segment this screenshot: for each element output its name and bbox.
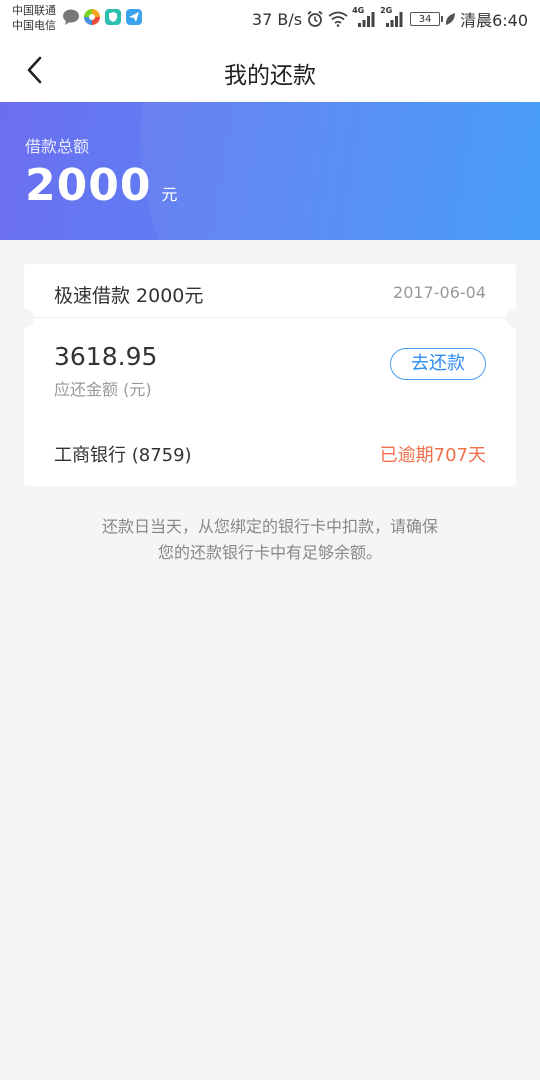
loan-card: 极速借款 2000元 2017-06-04 3618.95 应还金额 (元) 去… <box>14 264 526 486</box>
repay-button[interactable]: 去还款 <box>390 348 486 380</box>
card-notch-right <box>506 308 526 328</box>
repayment-note: 还款日当天，从您绑定的银行卡中扣款，请确保 您的还款银行卡中有足够余额。 <box>70 514 470 566</box>
card-divider <box>34 317 506 318</box>
loan-date: 2017-06-04 <box>393 283 486 302</box>
loan-total-unit: 元 <box>161 185 178 204</box>
signal-2: 2G <box>380 6 404 28</box>
loan-total-amount-group: 2000 元 <box>25 160 177 211</box>
plane-app-icon <box>126 9 142 25</box>
shield-app-icon <box>105 9 121 25</box>
page-title: 我的还款 <box>224 63 316 89</box>
carrier-2: 中国电信 <box>12 19 56 32</box>
repayment-note-line-2: 您的还款银行卡中有足够余额。 <box>157 543 382 562</box>
due-amount: 3618.95 <box>54 342 158 371</box>
loan-total-label: 借款总额 <box>25 137 90 156</box>
carrier-1: 中国联通 <box>12 4 56 17</box>
status-bar: 中国联通 中国电信 37 B/s 4G 2G 34 清晨6:40 <box>0 0 540 38</box>
due-amount-label: 应还金额 (元) <box>54 380 152 399</box>
signal-1: 4G <box>352 6 376 28</box>
battery-indicator: 34 <box>410 12 444 26</box>
notification-icons <box>62 8 143 26</box>
bank-card: 工商银行 (8759) <box>54 445 192 466</box>
alarm-icon <box>307 10 323 27</box>
wifi-icon <box>328 11 348 27</box>
card-notch-left <box>14 308 34 328</box>
repayment-note-line-1: 还款日当天，从您绑定的银行卡中扣款，请确保 <box>101 517 438 536</box>
leaf-icon <box>445 13 456 25</box>
signal-bars-icon <box>358 12 375 27</box>
chat-bubble-icon <box>63 9 79 25</box>
nav-bar: 我的还款 <box>0 38 540 102</box>
overdue-status: 已逾期707天 <box>379 445 486 466</box>
carrier-info: 中国联通 中国电信 <box>12 3 56 33</box>
loan-total-banner: 借款总额 2000 元 <box>0 102 540 240</box>
pinwheel-app-icon <box>84 9 100 25</box>
loan-total-amount: 2000 <box>25 160 152 211</box>
loan-name: 极速借款 2000元 <box>54 285 204 307</box>
network-speed: 37 B/s <box>251 9 303 29</box>
status-right: 37 B/s 4G 2G 34 清晨6:40 <box>251 6 528 31</box>
clock: 清晨6:40 <box>460 11 528 30</box>
signal-bars-icon <box>386 12 403 27</box>
